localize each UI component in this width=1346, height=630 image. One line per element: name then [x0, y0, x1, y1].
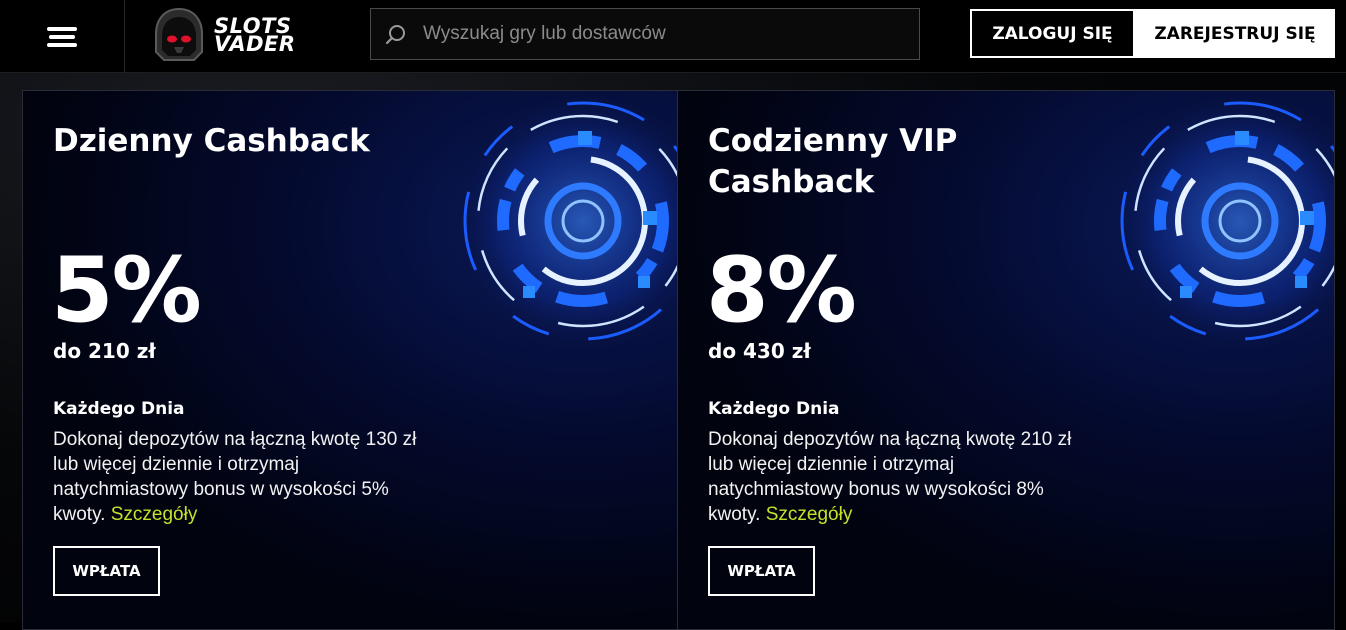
- login-button[interactable]: ZALOGUJ SIĘ: [970, 9, 1135, 58]
- cashback-card: Dzienny Cashback 5% do 210 zł Każdego Dn…: [22, 90, 678, 630]
- details-link[interactable]: Szczegóły: [766, 504, 853, 525]
- cashback-description: Dokonaj depozytów na łączną kwotę 130 zł…: [53, 427, 418, 527]
- description-text: Dokonaj depozytów na łączną kwotę 210 zł…: [708, 429, 1072, 525]
- top-bar: SLOTS VADER ZALOGUJ SIĘ ZAREJESTRUJ SIĘ: [0, 0, 1346, 73]
- deposit-button[interactable]: WPŁATA: [53, 546, 160, 596]
- description-text: Dokonaj depozytów na łączną kwotę 130 zł…: [53, 429, 417, 525]
- details-link[interactable]: Szczegóły: [111, 504, 198, 525]
- cashback-percent: 8%: [706, 238, 857, 343]
- hamburger-icon: [47, 26, 77, 47]
- search-box[interactable]: [370, 8, 920, 60]
- menu-button[interactable]: [0, 0, 125, 73]
- cashback-percent: 5%: [51, 238, 202, 343]
- portal-graphic: [1100, 91, 1334, 361]
- logo[interactable]: SLOTS VADER: [150, 6, 296, 64]
- card-title: Dzienny Cashback: [53, 123, 370, 159]
- cashback-limit: do 430 zł: [708, 339, 811, 363]
- portal-graphic: [443, 91, 677, 361]
- cashback-description: Dokonaj depozytów na łączną kwotę 210 zł…: [708, 427, 1073, 527]
- card-title: Codzienny VIP Cashback: [708, 123, 958, 200]
- search-input[interactable]: [421, 22, 919, 46]
- cashback-frequency: Każdego Dnia: [708, 399, 840, 419]
- vip-cashback-card: Codzienny VIP Cashback 8% do 430 zł Każd…: [677, 90, 1335, 630]
- vader-helmet-icon: [155, 7, 203, 61]
- search-icon: [385, 25, 405, 45]
- auth-buttons: ZALOGUJ SIĘ ZAREJESTRUJ SIĘ: [970, 9, 1335, 58]
- logo-line2: VADER: [214, 32, 296, 56]
- deposit-button[interactable]: WPŁATA: [708, 546, 815, 596]
- logo-text: SLOTS VADER: [214, 16, 296, 56]
- cashback-frequency: Każdego Dnia: [53, 399, 185, 419]
- cashback-limit: do 210 zł: [53, 339, 156, 363]
- register-button[interactable]: ZAREJESTRUJ SIĘ: [1135, 9, 1335, 58]
